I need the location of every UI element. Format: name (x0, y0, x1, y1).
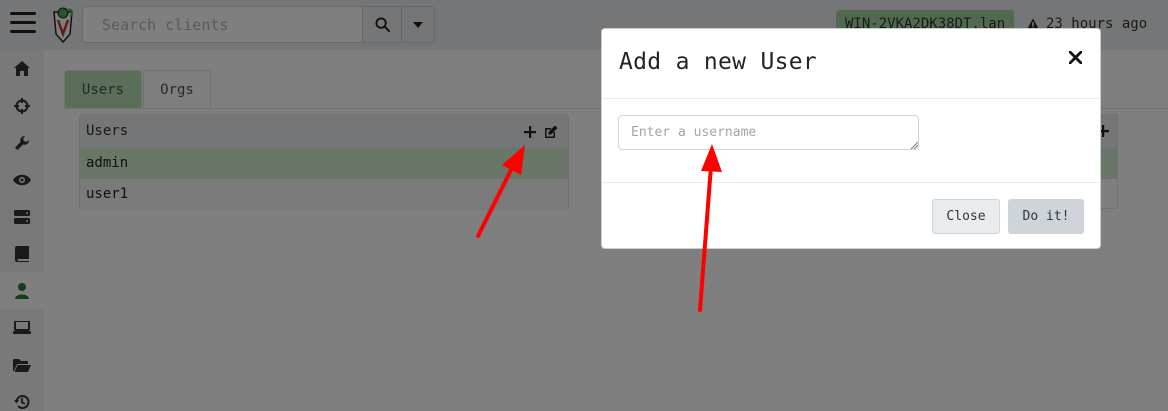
dialog-body (602, 99, 1100, 183)
username-field[interactable] (618, 115, 919, 150)
dialog-footer: Close Do it! (602, 183, 1100, 249)
add-user-dialog: Add a new User Close Do it! (601, 28, 1101, 249)
dialog-close-button[interactable] (1064, 46, 1086, 68)
dialog-header: Add a new User (602, 29, 1100, 99)
dialog-title: Add a new User (619, 49, 818, 75)
close-icon (1068, 50, 1082, 64)
close-button[interactable]: Close (932, 199, 1000, 234)
do-it-button[interactable]: Do it! (1008, 199, 1084, 234)
resize-handle-icon[interactable] (909, 140, 918, 149)
